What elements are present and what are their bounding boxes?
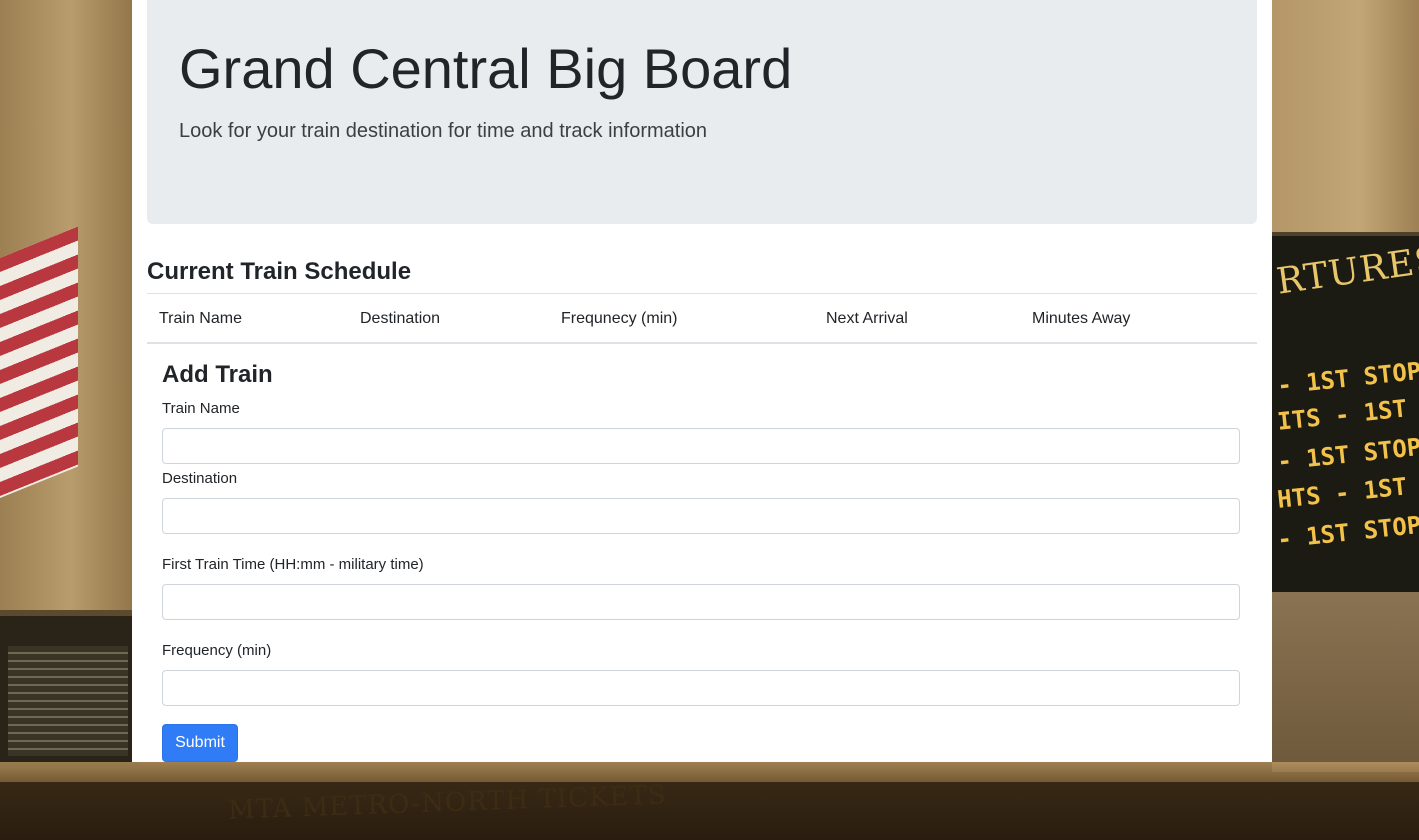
background-tickets-sign: MTA METRO-NORTH TICKETS xyxy=(227,780,668,826)
page-title: Grand Central Big Board xyxy=(179,37,793,100)
train-name-label: Train Name xyxy=(162,400,240,417)
background-ledge xyxy=(0,762,1419,782)
column-header-minutes-away: Minutes Away xyxy=(1032,310,1131,327)
main-container: Grand Central Big Board Look for your tr… xyxy=(132,0,1272,762)
first-train-time-input[interactable] xyxy=(162,584,1240,620)
background-flag xyxy=(0,226,78,498)
first-train-time-label: First Train Time (HH:mm - military time) xyxy=(162,556,424,573)
schedule-title: Current Train Schedule xyxy=(147,258,412,285)
page-subtitle: Look for your train destination for time… xyxy=(179,120,708,142)
destination-label: Destination xyxy=(162,470,238,487)
column-header-frequency: Frequnecy (min) xyxy=(561,310,678,327)
train-name-input[interactable] xyxy=(162,428,1240,464)
add-train-title: Add Train xyxy=(162,361,273,388)
column-header-next-arrival: Next Arrival xyxy=(826,310,908,327)
frequency-input[interactable] xyxy=(162,670,1240,706)
destination-input[interactable] xyxy=(162,498,1240,534)
schedule-table: Train Name Destination Frequnecy (min) N… xyxy=(147,293,1257,344)
column-header-destination: Destination xyxy=(360,310,441,327)
background-info-board xyxy=(0,610,140,766)
jumbotron: Grand Central Big Board Look for your tr… xyxy=(147,0,1257,224)
background-base xyxy=(1272,592,1419,772)
frequency-label: Frequency (min) xyxy=(162,642,272,659)
background-right-pillar xyxy=(1272,0,1419,232)
column-header-train-name: Train Name xyxy=(159,310,242,327)
submit-button[interactable]: Submit xyxy=(162,724,238,762)
